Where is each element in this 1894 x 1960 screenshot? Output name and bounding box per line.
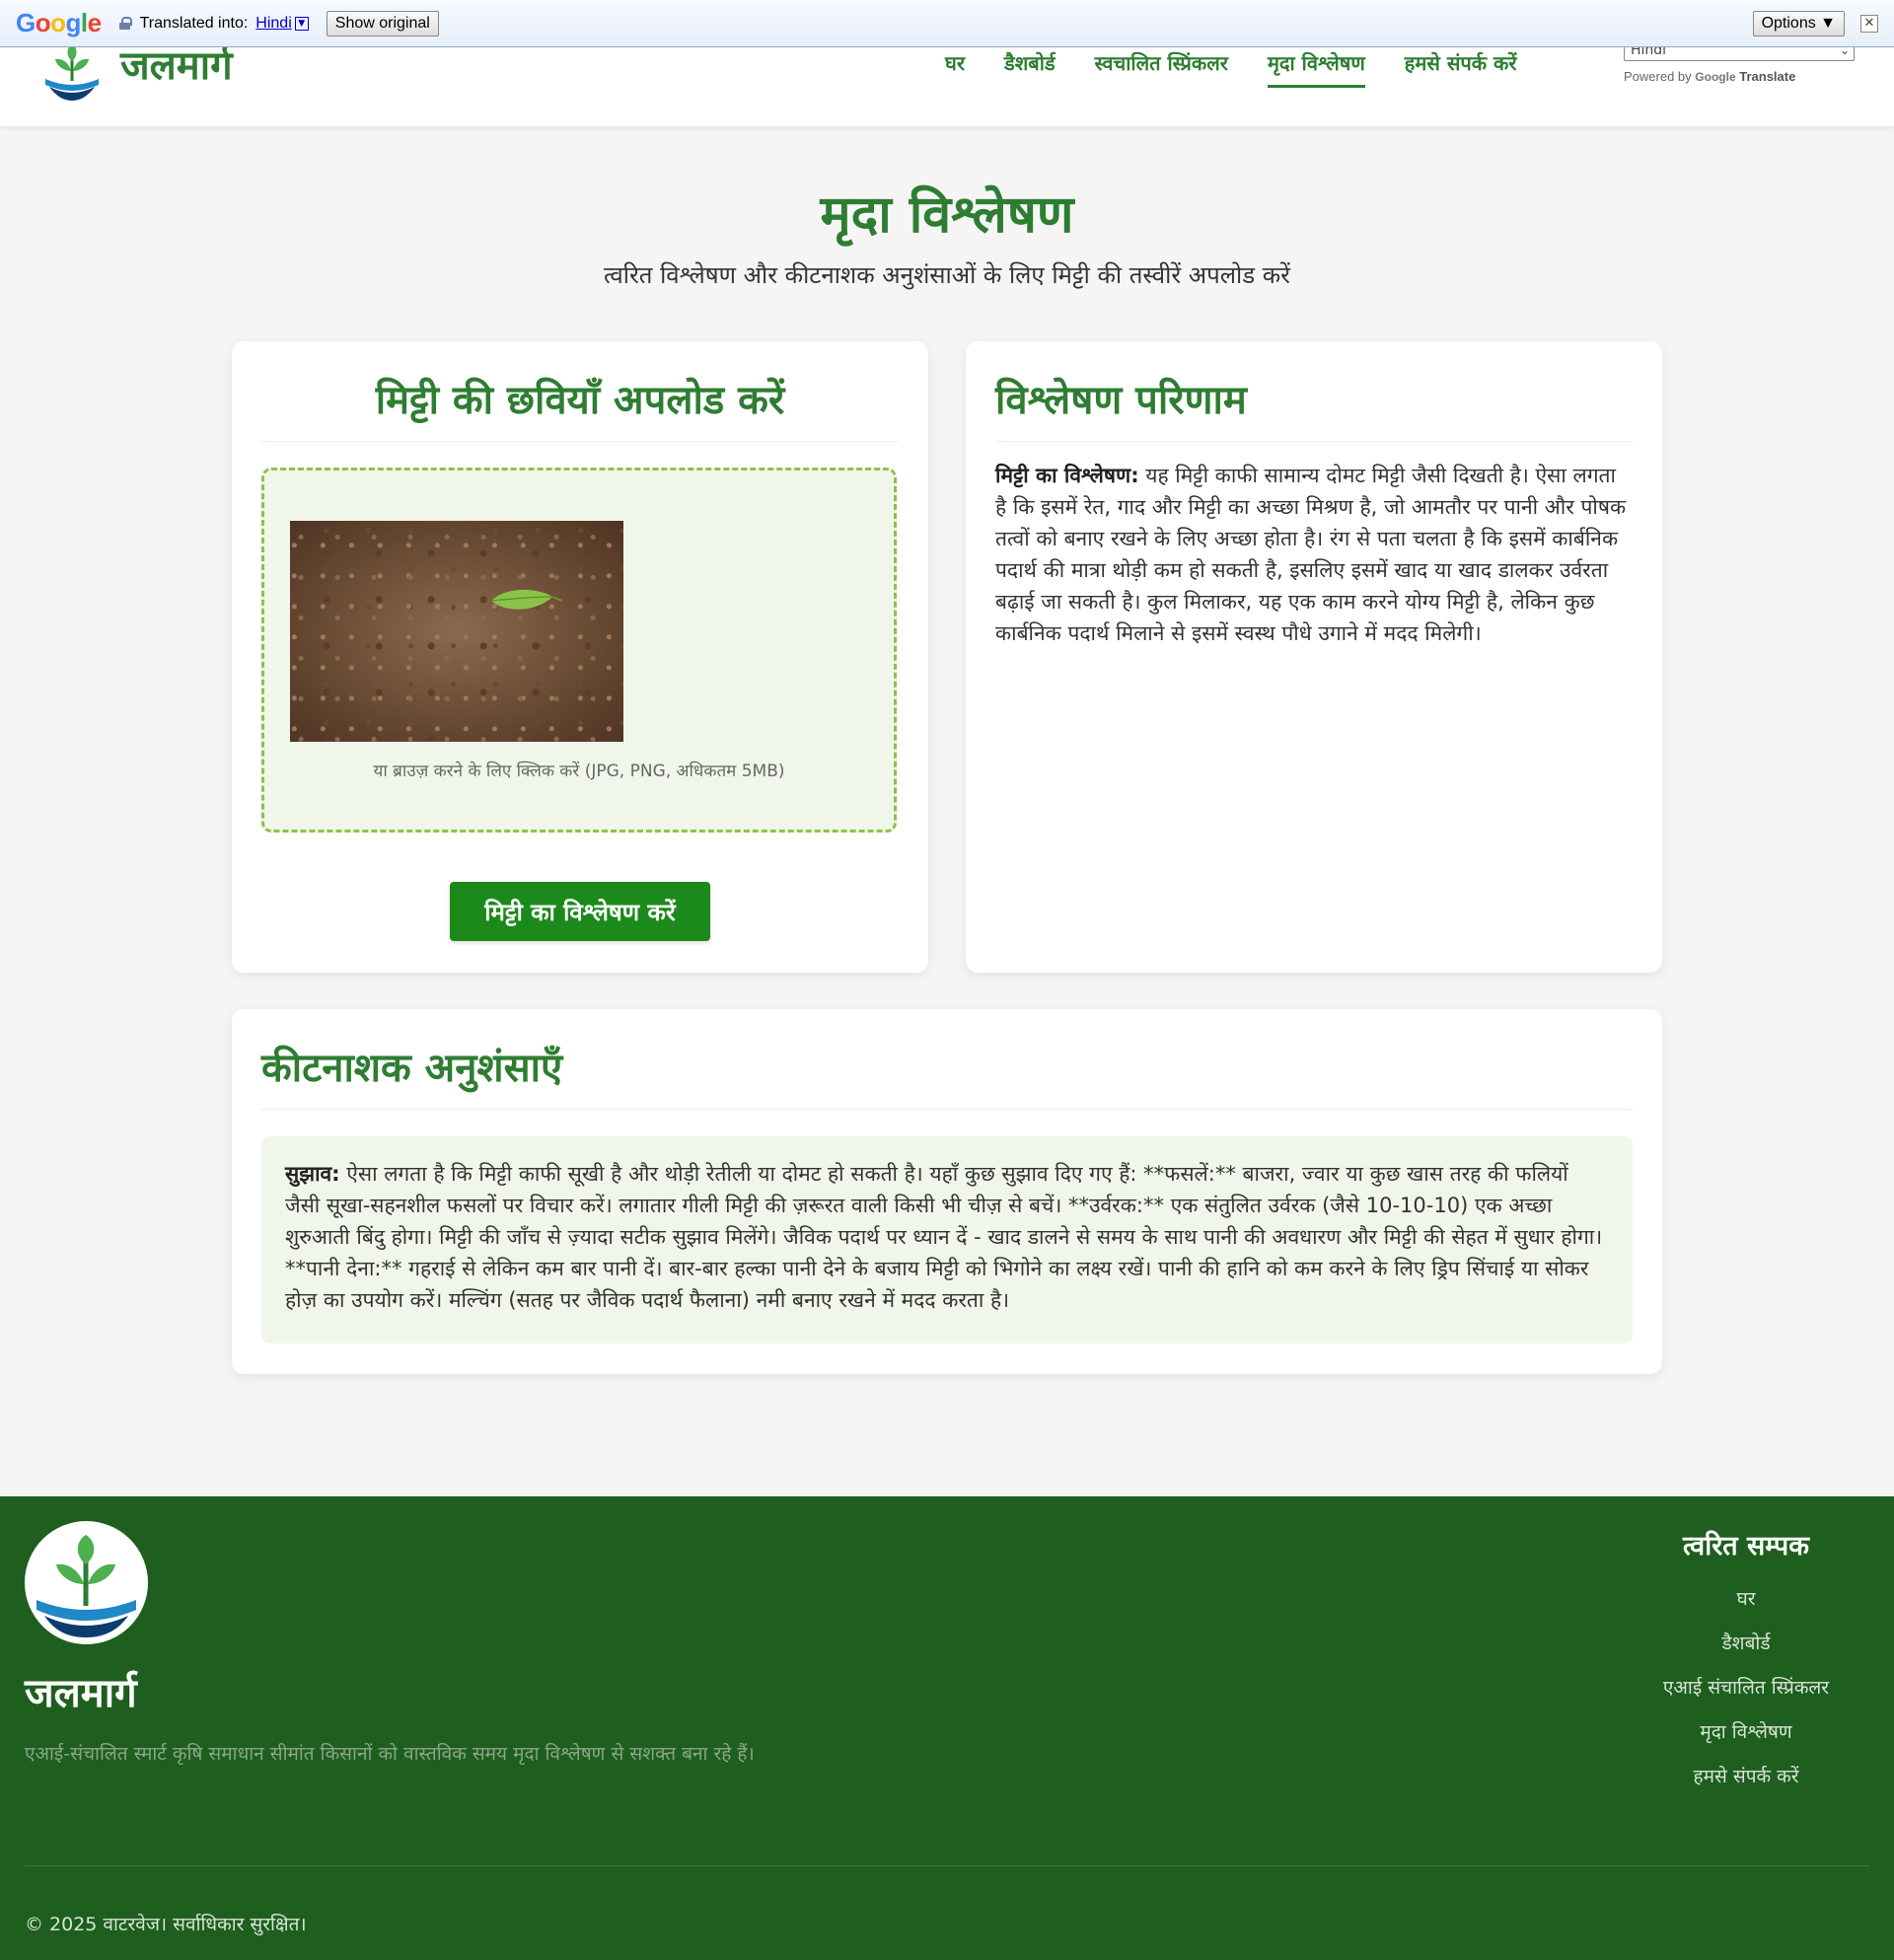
footer-link-home[interactable]: घर (1578, 1585, 1894, 1630)
analyze-soil-button[interactable]: मिट्टी का विश्लेषण करें (450, 882, 710, 941)
results-card-title: विश्लेषण परिणाम (995, 378, 1247, 423)
results-card: विश्लेषण परिणाम मिट्टी का विश्लेषण: यह म… (966, 341, 1662, 973)
leaf-icon (490, 589, 563, 610)
pesticide-suggestion-box: सुझाव: ऐसा लगता है कि मिट्टी काफी सूखी ह… (261, 1136, 1633, 1343)
google-wordmark: Google (1695, 70, 1736, 84)
footer-divider (25, 1865, 1869, 1866)
powered-by-google-translate[interactable]: Powered by Google Translate (1624, 69, 1795, 84)
close-icon[interactable]: ✕ (1860, 14, 1878, 33)
divider (995, 441, 1633, 442)
quick-links: घर डैशबोर्ड एआई संचालित स्प्रिंकलर मृदा … (1578, 1585, 1894, 1807)
image-dropzone[interactable]: या ब्राउज़ करने के लिए क्लिक करें (JPG, … (261, 468, 897, 833)
site-header: जलमार्ग घर डैशबोर्ड स्वचालित स्प्रिंकलर … (0, 41, 1894, 126)
suggestion-label: सुझाव: (285, 1162, 340, 1186)
footer-link-soil-analysis[interactable]: मृदा विश्लेषण (1578, 1718, 1894, 1763)
translate-wordmark: Translate (1739, 69, 1796, 84)
footer-logo (25, 1521, 148, 1644)
analysis-result-body: यह मिट्टी काफी सामान्य दोमट मिट्टी जैसी … (995, 464, 1627, 645)
footer-link-contact[interactable]: हमसे संपर्क करें (1578, 1763, 1894, 1807)
soil-image-preview (290, 521, 623, 742)
brand-logo-icon (45, 43, 99, 101)
pesticide-card-title: कीटनाशक अनुशंसाएँ (261, 1046, 563, 1091)
suggestion-body: ऐसा लगता है कि मिट्टी काफी सूखी है और थो… (285, 1162, 1603, 1312)
upload-card: मिट्टी की छवियाँ अपलोड करें या ब्राउज़ क… (232, 341, 928, 973)
analysis-result-text: मिट्टी का विश्लेषण: यह मिट्टी काफी सामान… (995, 460, 1633, 649)
lock-icon (118, 17, 132, 30)
brand-logo-icon (36, 1535, 136, 1637)
translated-into-label: Translated into: (139, 14, 249, 32)
nav-home[interactable]: घर (945, 49, 965, 88)
dropzone-hint: या ब्राउज़ करने के लिए क्लिक करें (JPG, … (373, 762, 785, 781)
nav-sprinkler[interactable]: स्वचालित स्प्रिंकलर (1095, 49, 1228, 88)
pesticide-card: कीटनाशक अनुशंसाएँ सुझाव: ऐसा लगता है कि … (232, 1009, 1662, 1374)
google-logo: Google (16, 8, 102, 37)
main-nav: घर डैशबोर्ड स्वचालित स्प्रिंकलर मृदा विश… (945, 49, 1517, 88)
quick-links-title: त्वरित सम्पक (1683, 1531, 1809, 1561)
site-footer: जलमार्ग एआई-संचालित स्मार्ट कृषि समाधान … (0, 1496, 1894, 1960)
show-original-button[interactable]: Show original (326, 10, 439, 36)
footer-tagline: एआई-संचालित स्मार्ट कृषि समाधान सीमांत क… (25, 1743, 755, 1765)
footer-brand-name: जलमार्ग (25, 1671, 137, 1716)
footer-link-dashboard[interactable]: डैशबोर्ड (1578, 1630, 1894, 1674)
nav-soil-analysis[interactable]: मृदा विश्लेषण (1267, 49, 1365, 88)
translate-options-button[interactable]: Options ▼ (1752, 10, 1845, 36)
analysis-result-label: मिट्टी का विश्लेषण: (995, 464, 1139, 487)
chevron-down-icon[interactable]: ▼ (294, 16, 309, 31)
nav-dashboard[interactable]: डैशबोर्ड (1004, 49, 1056, 88)
divider (261, 441, 899, 442)
translate-bar: Google Translated into: Hindi ▼ Show ori… (0, 0, 1894, 47)
footer-link-sprinkler[interactable]: एआई संचालित स्प्रिंकलर (1578, 1674, 1894, 1718)
powered-by-label: Powered by (1624, 69, 1692, 84)
translate-language-link[interactable]: Hindi (255, 15, 291, 33)
divider (261, 1109, 1633, 1110)
nav-contact[interactable]: हमसे संपर्क करें (1405, 49, 1517, 88)
upload-card-title: मिट्टी की छवियाँ अपलोड करें (375, 378, 785, 423)
page-title: मृदा विश्लेषण (820, 185, 1074, 245)
page-subtitle: त्वरित विश्लेषण और कीटनाशक अनुशंसाओं के … (604, 261, 1290, 289)
brand[interactable]: जलमार्ग (41, 41, 233, 103)
copyright: © 2025 वाटरवेज। सर्वाधिकार सुरक्षित। (25, 1914, 307, 1935)
